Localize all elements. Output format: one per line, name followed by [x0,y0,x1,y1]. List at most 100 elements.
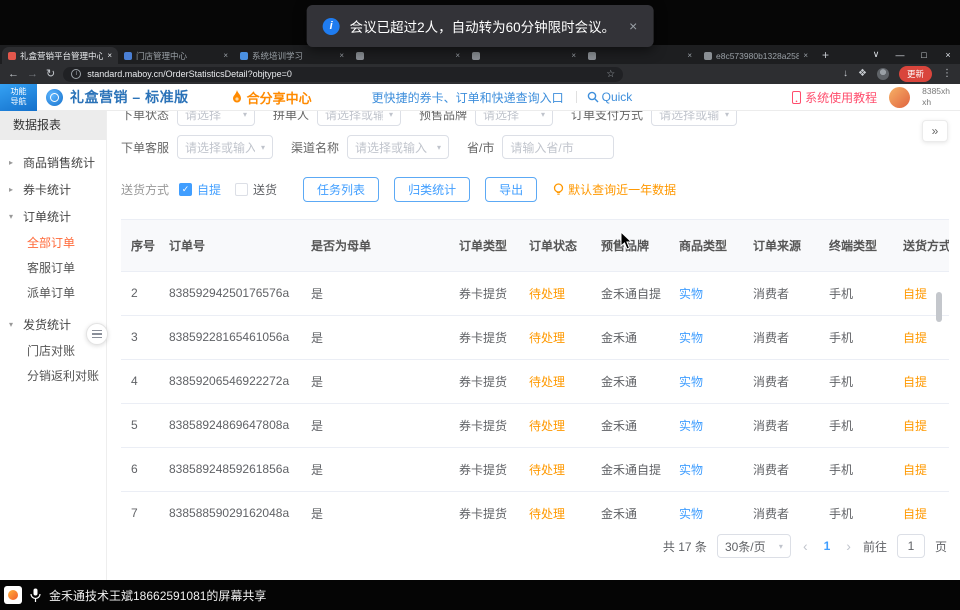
prev-page-icon[interactable]: ‹ [801,538,810,554]
pagination: 共 17 条 30条/页 ▾ ‹ 1 › 前往 页 [121,534,960,558]
select-placeholder: 请选择 [185,111,221,123]
order-status-select[interactable]: 请选择 ▾ [177,111,255,126]
checkbox-unchecked-icon[interactable] [235,183,248,196]
bookmark-star-icon[interactable]: ☆ [606,69,615,80]
goto-page-input[interactable] [897,534,925,558]
minimize-icon[interactable]: — [888,50,912,60]
toast-close-icon[interactable]: × [629,18,637,34]
sidebar-item-order-stats[interactable]: ▾ 订单统计 [0,203,106,230]
cell-terminal-type: 手机 [819,359,893,403]
checkbox-checked-icon[interactable]: ✓ [179,183,192,196]
filter-row-3: 送货方式 ✓ 自提 送货 任务列表 归类统计 [121,176,960,202]
back-icon[interactable]: ← [8,69,19,80]
channel-name-select[interactable]: 请选择或输入 ▾ [347,135,449,159]
next-page-icon[interactable]: › [844,538,853,554]
browser-update-button[interactable]: 更新 [899,66,932,82]
meeting-app-icon[interactable] [4,586,22,604]
cell-goods-type-link[interactable]: 实物 [669,491,743,520]
table-row[interactable]: 2 83859294250176576a 是 券卡提货 待处理 金禾通自提 实物… [121,271,949,315]
close-icon[interactable]: × [936,50,960,60]
cell-presale-brand: 金禾通 [591,491,669,520]
downloads-icon[interactable]: ↓ [843,69,848,79]
table-scrollbar[interactable] [936,292,942,322]
export-button[interactable]: 导出 [485,177,537,202]
cell-order-source: 消费者 [743,447,819,491]
checkbox-self-pickup[interactable]: ✓ 自提 [179,181,221,198]
table-row[interactable]: 4 83859206546922272a 是 券卡提货 待处理 金禾通 实物 消… [121,359,949,403]
sidebar-item-all-orders[interactable]: 全部订单 [0,230,106,255]
forward-icon[interactable]: → [27,69,38,80]
user-avatar[interactable] [889,87,910,108]
nav-toggle-button[interactable]: 功能 导航 [0,84,37,111]
user-name-block[interactable]: 8385xh xh [922,86,950,107]
sidebar-item-service-orders[interactable]: 客服订单 [0,255,106,280]
tab-close-icon[interactable]: × [107,51,112,60]
sidebar-item-dispatch-orders[interactable]: 派单订单 [0,280,106,305]
screen: i 会议已超过2人，自动转为60分钟限时会议。 × 礼盒营销平台管理中心 × 门… [0,0,960,610]
app-page: 功能 导航 礼盒营销 – 标准版 合分享中心 更快捷的券卡、订单和快递查询入口 … [0,84,960,580]
tutorial-link[interactable]: 系统使用教程 [792,89,877,106]
new-tab-button[interactable]: + [822,48,829,62]
table-row[interactable]: 6 83858924859261856a 是 券卡提货 待处理 金禾通自提 实物… [121,447,949,491]
checkbox-delivery[interactable]: 送货 [235,181,277,198]
province-city-input[interactable]: 请输入省/市 [502,135,614,159]
tab-close-icon[interactable]: × [803,51,808,60]
quick-search-link[interactable]: Quick [587,90,633,104]
table-row[interactable]: 3 83859228165461056a 是 券卡提货 待处理 金禾通 实物 消… [121,315,949,359]
browser-tab-active[interactable]: 礼盒营销平台管理中心 × [2,47,118,64]
cell-goods-type-link[interactable]: 实物 [669,447,743,491]
filter-group-buyer: 拼单人 请选择或输入 ▾ [273,111,401,126]
flame-icon [231,90,243,104]
sidebar-item-rebate-reconciliation[interactable]: 分销返利对账 [0,363,106,388]
tab-close-icon[interactable]: × [223,51,228,60]
cell-goods-type-link[interactable]: 实物 [669,315,743,359]
tab-title: 礼盒营销平台管理中心 [20,50,103,62]
pay-method-select[interactable]: 请选择或输入 ▾ [651,111,737,126]
goto-label: 前往 [863,538,887,555]
browser-tab[interactable]: 系统培训学习 × [234,47,350,64]
reload-icon[interactable]: ↻ [46,69,55,80]
order-service-select[interactable]: 请选择或输入 ▾ [177,135,273,159]
sidebar-item-card-stats[interactable]: ▸ 券卡统计 [0,176,106,203]
profile-icon[interactable] [877,68,889,80]
cell-goods-type-link[interactable]: 实物 [669,271,743,315]
cell-goods-type-link[interactable]: 实物 [669,359,743,403]
tab-close-icon[interactable]: × [455,51,460,60]
cell-presale-brand: 金禾通 [591,315,669,359]
sidebar-item-product-sales[interactable]: ▸ 商品销售统计 [0,149,106,176]
browser-menu-icon[interactable]: ⋮ [942,69,952,79]
table-row[interactable]: 7 83858859029162048a 是 券卡提货 待处理 金禾通 实物 消… [121,491,949,520]
extensions-icon[interactable]: ❖ [858,69,867,79]
share-center-link[interactable]: 合分享中心 [231,88,312,107]
cell-index: 2 [121,271,159,315]
url-text: standard.maboy.cn/OrderStatisticsDetail?… [87,69,600,79]
group-buyer-select[interactable]: 请选择或输入 ▾ [317,111,401,126]
tab-close-icon[interactable]: × [339,51,344,60]
cell-is-mother: 是 [301,271,449,315]
url-bar[interactable]: i standard.maboy.cn/OrderStatisticsDetai… [63,67,623,82]
maximize-icon[interactable]: □ [912,50,936,60]
site-info-icon[interactable]: i [71,69,81,79]
tab-close-icon[interactable]: × [687,51,692,60]
category-stats-button[interactable]: 归类统计 [394,177,470,202]
sidebar-collapse-button[interactable] [86,323,108,345]
sidebar: 数据报表 ▸ 商品销售统计 ▸ 券卡统计 ▾ 订单统计 全部订单 [0,111,107,580]
browser-tab[interactable]: e8c573980b1328a258fd2e6l × [698,47,814,64]
page-size-select[interactable]: 30条/页 ▾ [717,534,791,558]
browser-tab[interactable]: 门店管理中心 × [118,47,234,64]
cell-goods-type-link[interactable]: 实物 [669,403,743,447]
table-row[interactable]: 5 83858924869647808a 是 券卡提货 待处理 金禾通 实物 消… [121,403,949,447]
cell-terminal-type: 手机 [819,403,893,447]
tab-search-icon[interactable]: ∨ [864,49,888,60]
current-page[interactable]: 1 [820,539,835,553]
toast-message: 会议已超过2人，自动转为60分钟限时会议。 [350,16,616,36]
browser-tab[interactable]: × [582,47,698,64]
task-list-button[interactable]: 任务列表 [303,177,379,202]
col-header-delivery: 送货方式 [893,220,949,271]
tab-close-icon[interactable]: × [571,51,576,60]
microphone-icon [30,588,41,603]
browser-tab[interactable]: × [466,47,582,64]
presale-brand-select[interactable]: 请选择 ▾ [475,111,553,126]
expand-filters-button[interactable]: » [922,120,948,142]
browser-tab[interactable]: × [350,47,466,64]
